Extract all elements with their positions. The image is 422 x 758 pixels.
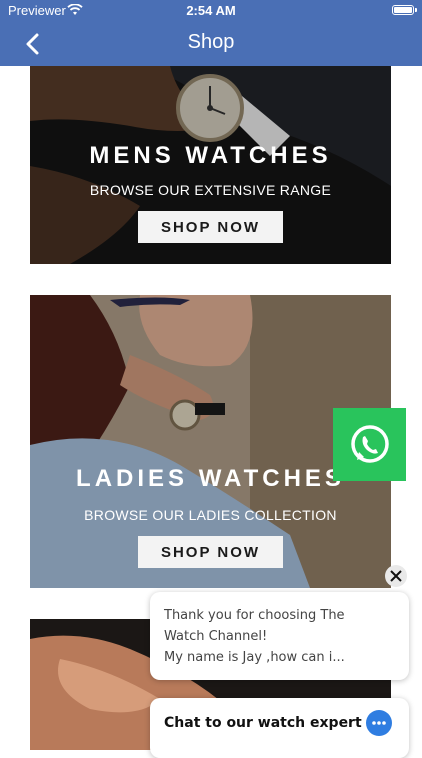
- chat-cta-label: Chat to our watch expert: [164, 715, 362, 731]
- battery-icon: [392, 5, 414, 15]
- chat-bubble-icon: [366, 710, 392, 736]
- close-icon: [390, 570, 402, 582]
- close-chat-button[interactable]: [385, 565, 407, 587]
- status-bar: Previewer 2:54 AM: [0, 0, 422, 22]
- page-title: Shop: [187, 31, 235, 53]
- chat-message-line: Watch Channel!: [164, 629, 268, 644]
- banner-title: MENS WATCHES: [89, 142, 332, 169]
- battery-tip: [415, 8, 417, 12]
- whatsapp-icon: [350, 424, 389, 463]
- chat-message-line: Thank you for choosing The: [164, 608, 345, 623]
- clock: 2:54 AM: [186, 3, 236, 18]
- shop-now-button[interactable]: SHOP NOW: [138, 211, 283, 243]
- chat-message-line: My name is Jay ,how can i...: [164, 650, 345, 665]
- mens-watches-banner[interactable]: MENS WATCHES BROWSE OUR EXTENSIVE RANGE …: [30, 66, 391, 264]
- nav-bar: Shop: [0, 22, 422, 66]
- shop-now-button[interactable]: SHOP NOW: [138, 536, 283, 568]
- banner-subtitle: BROWSE OUR LADIES COLLECTION: [84, 507, 337, 523]
- chat-launcher[interactable]: Chat to our watch expert: [150, 698, 409, 758]
- whatsapp-button[interactable]: [333, 408, 406, 481]
- banner-subtitle: BROWSE OUR EXTENSIVE RANGE: [89, 182, 332, 198]
- chat-message-bubble[interactable]: Thank you for choosing The Watch Channel…: [150, 592, 409, 680]
